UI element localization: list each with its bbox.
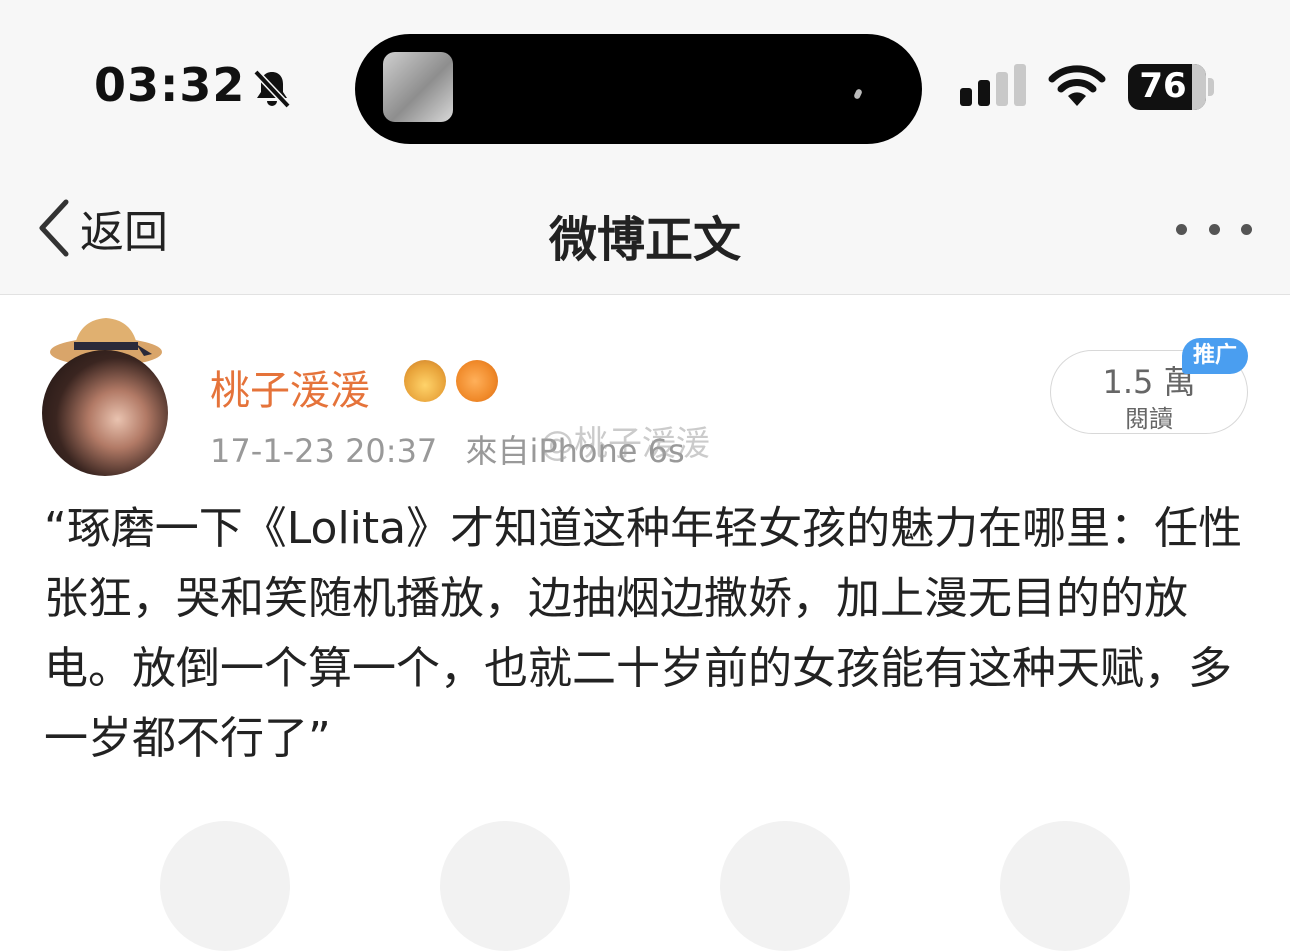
signal-icon <box>960 64 1026 106</box>
reads-label: 閱讀 <box>1125 405 1173 433</box>
crown-badge-icon[interactable] <box>404 360 446 402</box>
action-bar <box>0 815 1290 951</box>
author-badges <box>404 360 498 402</box>
wifi-icon <box>1048 65 1106 106</box>
status-bar: 03:32 76 <box>0 0 1290 170</box>
promo-badge[interactable]: 推广 <box>1182 338 1248 374</box>
action-button-2[interactable] <box>440 821 570 951</box>
watermark: @桃子湲湲 <box>540 424 710 464</box>
bell-muted-icon <box>253 69 291 109</box>
status-time: 03:32 <box>94 58 246 112</box>
more-button[interactable] <box>1176 218 1252 240</box>
battery-level: 76 <box>1139 66 1187 106</box>
action-button-3[interactable] <box>720 821 850 951</box>
post-body: “琢磨一下《Lolita》才知道这种年轻女孩的魅力在哪里：任性张狂，哭和笑随机播… <box>44 503 1243 764</box>
avatar[interactable] <box>42 350 168 476</box>
nav-bar: 返回 微博正文 <box>0 170 1290 295</box>
activity-indicator <box>853 88 863 100</box>
action-button-4[interactable] <box>1000 821 1130 951</box>
fish-badge-icon[interactable] <box>456 360 498 402</box>
more-icon <box>1176 223 1187 235</box>
battery-icon: 76 <box>1128 64 1214 110</box>
post-header: 桃子湲湲 17-1-23 20:37 來自iPhone 6s @桃子湲湲 1.5… <box>0 310 1290 480</box>
post-date: 17-1-23 20:37 <box>210 432 438 470</box>
author-name[interactable]: 桃子湲湲 <box>210 358 370 416</box>
now-playing-thumbnail[interactable] <box>383 52 453 122</box>
action-button-1[interactable] <box>160 821 290 951</box>
dynamic-island[interactable] <box>355 34 922 144</box>
page-title: 微博正文 <box>548 212 741 268</box>
